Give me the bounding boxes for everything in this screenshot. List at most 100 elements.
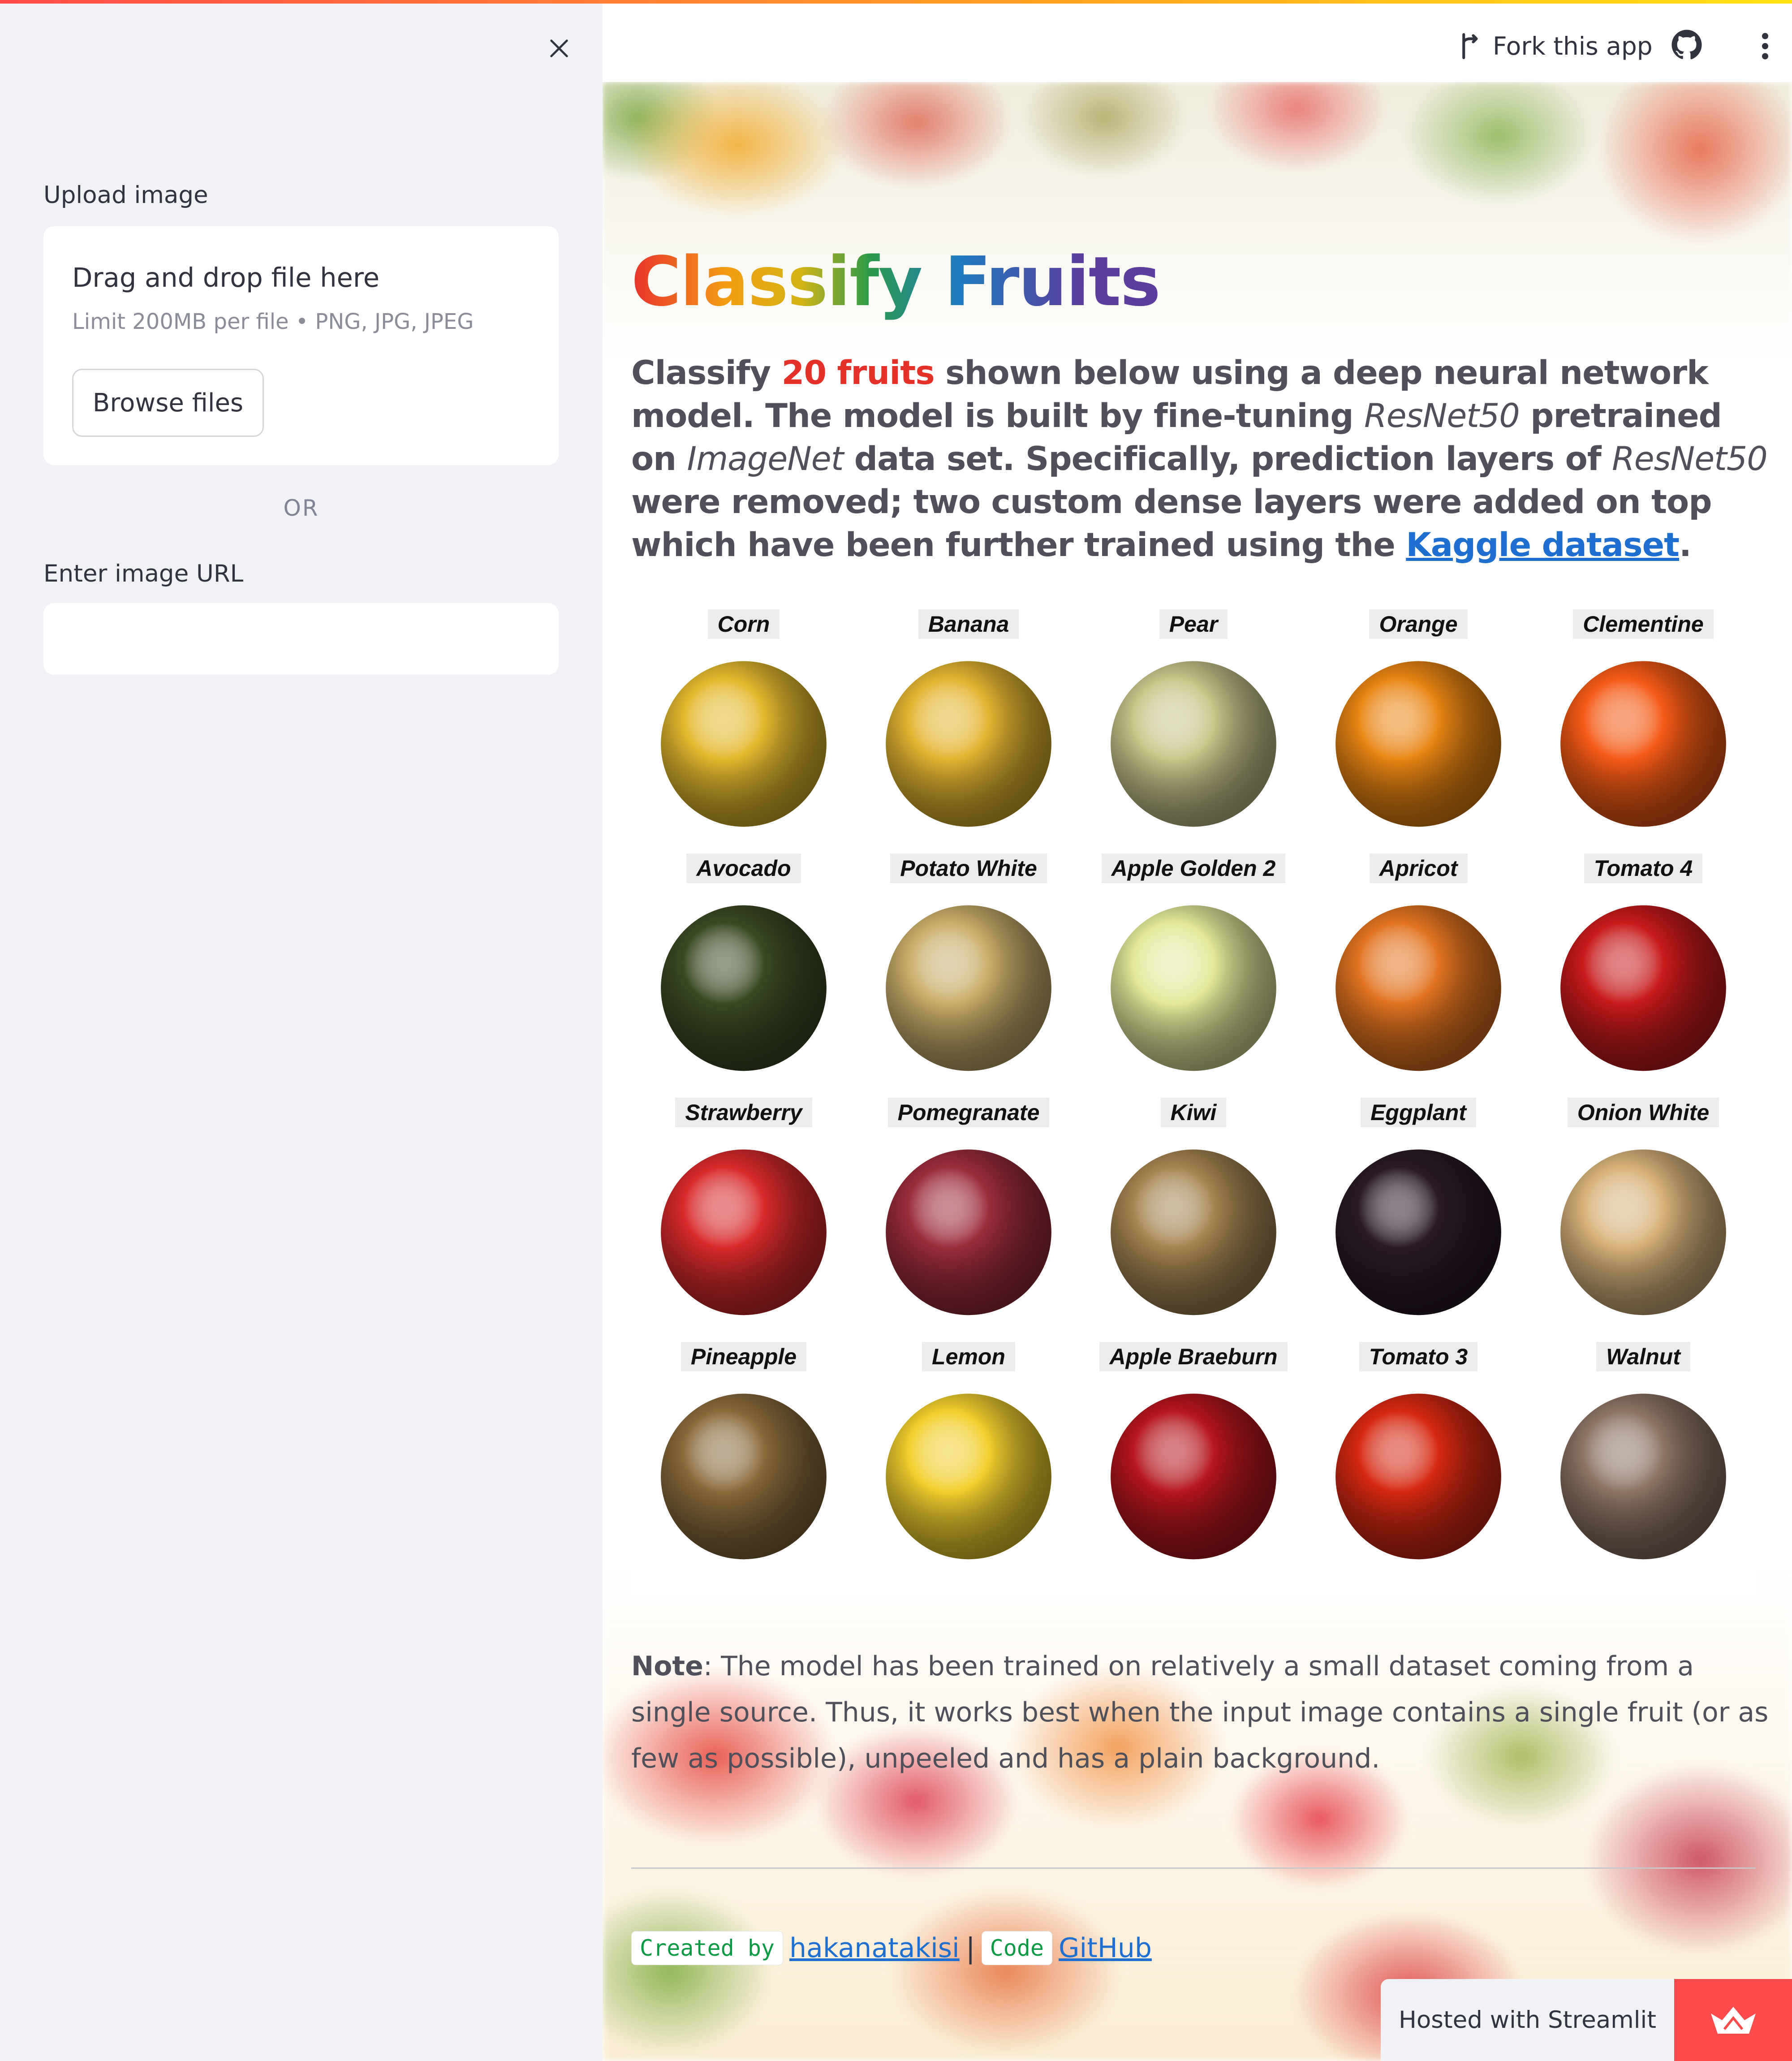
- image-url-label: Enter image URL: [43, 560, 244, 587]
- fruit-image: [647, 1134, 840, 1323]
- fork-app-label: Fork this app: [1493, 32, 1653, 60]
- description-part: data set. Specifically, prediction layer…: [843, 440, 1612, 478]
- footer: Created by hakanatakisi | Code GitHub: [631, 1931, 1152, 1965]
- fruit-label: Potato White: [890, 854, 1047, 883]
- fruit-cell: Pomegranate: [856, 1098, 1081, 1342]
- main-content: Fork this app Classify Fruits Classify 2…: [603, 0, 1792, 2061]
- fruit-label: Pomegranate: [887, 1098, 1050, 1127]
- fruit-image: [647, 646, 840, 834]
- fruit-cell: Kiwi: [1081, 1098, 1306, 1342]
- sidebar: Upload image Drag and drop file here Lim…: [0, 0, 603, 2061]
- fruit-cell: Clementine: [1531, 609, 1756, 854]
- close-icon: [550, 39, 568, 57]
- fruit-cell: Eggplant: [1306, 1098, 1531, 1342]
- fruit-label: Corn: [707, 609, 780, 639]
- kebab-menu-button[interactable]: [1749, 29, 1781, 63]
- fruit-label: Tomato 3: [1359, 1342, 1478, 1371]
- fruit-label: Apple Braeburn: [1099, 1342, 1288, 1371]
- fruit-label: Walnut: [1596, 1342, 1690, 1371]
- fruit-cell: Apple Golden 2: [1081, 854, 1306, 1098]
- fruit-cell: Lemon: [856, 1342, 1081, 1586]
- fruit-cell: Banana: [856, 609, 1081, 854]
- app-header: Fork this app: [603, 4, 1792, 82]
- fruit-image: [872, 1379, 1065, 1567]
- fruit-image: [872, 890, 1065, 1078]
- fruit-cell: Corn: [631, 609, 856, 854]
- fruit-image: [1547, 1379, 1740, 1567]
- fruit-label: Pear: [1159, 609, 1228, 639]
- or-separator: OR: [283, 495, 319, 521]
- fruit-label: Lemon: [922, 1342, 1015, 1371]
- code-chip: Code: [981, 1931, 1053, 1965]
- dropzone-limit-text: Limit 200MB per file • PNG, JPG, JPEG: [72, 309, 474, 334]
- kaggle-dataset-link[interactable]: Kaggle dataset: [1406, 526, 1680, 564]
- fruit-cell: Pear: [1081, 609, 1306, 854]
- description-part: Classify: [631, 354, 782, 392]
- description-emphasis: ResNet50: [1612, 440, 1768, 478]
- browse-files-button[interactable]: Browse files: [72, 369, 264, 437]
- description-part: .: [1679, 526, 1692, 564]
- hosted-label: Hosted with Streamlit: [1381, 1979, 1674, 2061]
- fruit-image: [1547, 1134, 1740, 1323]
- fruit-image: [872, 646, 1065, 834]
- fruit-cell: Orange: [1306, 609, 1531, 854]
- fruit-image: [1097, 1134, 1290, 1323]
- fruit-cell: Strawberry: [631, 1098, 856, 1342]
- upload-image-label: Upload image: [43, 181, 208, 209]
- fruit-label: Clementine: [1573, 609, 1714, 639]
- note-label: Note: [631, 1651, 703, 1682]
- fruit-label: Eggplant: [1361, 1098, 1476, 1127]
- fruit-label: Strawberry: [675, 1098, 812, 1127]
- fork-app-button[interactable]: Fork this app: [1456, 28, 1653, 64]
- fork-icon: [1462, 33, 1478, 59]
- description-highlight: 20 fruits: [781, 354, 935, 392]
- fruit-image: [1097, 890, 1290, 1078]
- description-emphasis: ImageNet: [687, 440, 844, 478]
- hosted-with-streamlit-badge[interactable]: Hosted with Streamlit: [1381, 1979, 1792, 2061]
- created-by-chip: Created by: [631, 1931, 784, 1965]
- fruit-image: [1097, 646, 1290, 834]
- fruit-cell: Avocado: [631, 854, 856, 1098]
- author-link[interactable]: hakanatakisi: [789, 1932, 960, 1964]
- fruit-label: Orange: [1369, 609, 1468, 639]
- fruit-cell: Apricot: [1306, 854, 1531, 1098]
- fruit-image: [647, 1379, 840, 1567]
- close-sidebar-button[interactable]: [542, 31, 576, 65]
- fruit-label: Apricot: [1369, 854, 1468, 883]
- fruit-cell: Pineapple: [631, 1342, 856, 1586]
- fruit-label: Kiwi: [1160, 1098, 1227, 1127]
- fruit-cell: Tomato 4: [1531, 854, 1756, 1098]
- fruit-label: Apple Golden 2: [1101, 854, 1286, 883]
- streamlit-logo: [1674, 1979, 1792, 2061]
- fruit-sample-grid: Corn Banana Pear Orange Clementine Avocado Pot…: [631, 587, 1756, 1595]
- fruit-cell: Tomato 3: [1306, 1342, 1531, 1586]
- note-body: : The model has been trained on relative…: [631, 1651, 1769, 1774]
- fruit-image: [1097, 1379, 1290, 1567]
- fruit-image: [647, 890, 840, 1078]
- top-decoration-bar: [0, 0, 1792, 4]
- fruit-image: [1322, 1134, 1515, 1323]
- kebab-menu-icon: [1762, 33, 1768, 59]
- fruit-label: Tomato 4: [1584, 854, 1703, 883]
- fruit-image: [1322, 1379, 1515, 1567]
- fruit-image: [1547, 646, 1740, 834]
- fruit-cell: Potato White: [856, 854, 1081, 1098]
- fruit-cell: Walnut: [1531, 1342, 1756, 1586]
- fruit-image: [872, 1134, 1065, 1323]
- fruit-label: Avocado: [686, 854, 801, 883]
- footer-divider: [631, 1867, 1756, 1869]
- image-url-input[interactable]: [43, 603, 559, 675]
- fruit-image: [1547, 890, 1740, 1078]
- dropzone-title: Drag and drop file here: [72, 262, 380, 293]
- footer-separator: |: [965, 1932, 975, 1965]
- fruit-cell: Onion White: [1531, 1098, 1756, 1342]
- github-icon[interactable]: [1671, 29, 1702, 60]
- fruit-label: Banana: [918, 609, 1019, 639]
- github-link[interactable]: GitHub: [1059, 1932, 1152, 1964]
- note-text: Note: The model has been trained on rela…: [631, 1643, 1769, 1782]
- file-dropzone[interactable]: Drag and drop file here Limit 200MB per …: [43, 226, 559, 465]
- fruit-label: Pineapple: [681, 1342, 807, 1371]
- page-title: Classify Fruits: [631, 242, 1161, 321]
- fruit-image: [1322, 890, 1515, 1078]
- description-text: Classify 20 fruits shown below using a d…: [631, 352, 1769, 567]
